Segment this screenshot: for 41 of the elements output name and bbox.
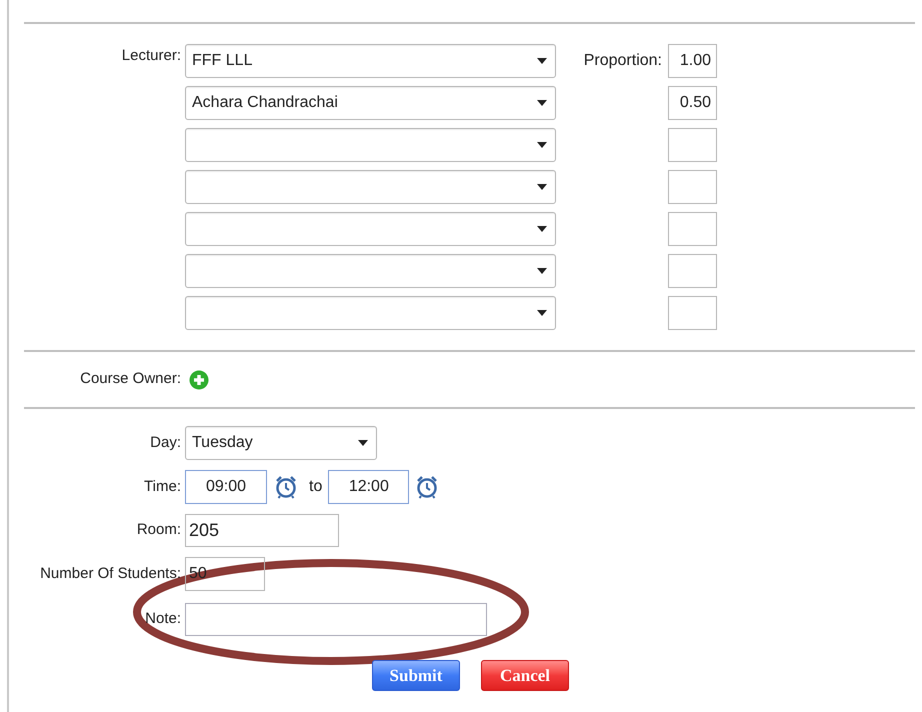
proportion-field[interactable] — [668, 254, 717, 288]
dropdown-caret-icon — [537, 58, 547, 64]
students-label: Number Of Students: — [39, 564, 182, 584]
dropdown-caret-icon — [537, 226, 547, 232]
proportion-field[interactable] — [668, 128, 717, 162]
to-label: to — [309, 477, 322, 497]
note-label: Note: — [144, 609, 182, 630]
proportion-field[interactable]: 1.00 — [668, 44, 717, 78]
dropdown-caret-icon — [358, 440, 368, 446]
dropdown-select[interactable]: FFF LLL — [185, 44, 556, 78]
proportion-field[interactable] — [668, 296, 717, 330]
alarm-clock-icon[interactable] — [415, 475, 440, 499]
dropdown-select[interactable]: Achara Chandrachai — [185, 86, 556, 120]
add-icon[interactable] — [189, 370, 209, 390]
end-time-field[interactable]: 12:00 — [328, 470, 410, 504]
dropdown-select[interactable] — [185, 212, 556, 246]
time-label: Time: — [143, 476, 182, 497]
dropdown-caret-icon — [537, 310, 547, 316]
dropdown-select[interactable] — [185, 170, 556, 204]
dropdown-caret-icon — [537, 142, 547, 148]
cancel-button[interactable]: Cancel — [481, 660, 569, 691]
alarm-clock-icon[interactable] — [274, 475, 298, 499]
proportion-field[interactable] — [668, 212, 717, 246]
room-field[interactable]: 205 — [185, 514, 339, 547]
start-time-field[interactable]: 09:00 — [185, 470, 267, 504]
proportion-field[interactable] — [668, 170, 717, 204]
course-owner-label: Course Owner: — [79, 369, 182, 390]
submit-button[interactable]: Submit — [372, 660, 460, 691]
note-field[interactable] — [185, 603, 487, 636]
day-label: Day: — [149, 432, 182, 453]
proportion-label: Proportion: — [584, 52, 662, 69]
dropdown-caret-icon — [537, 100, 547, 106]
room-label: Room: — [136, 520, 182, 540]
lecturer-label: Lecturer: — [122, 47, 181, 64]
dropdown-select[interactable] — [185, 128, 556, 162]
dropdown-select[interactable]: Tuesday — [185, 426, 377, 460]
proportion-field[interactable]: 0.50 — [668, 86, 717, 120]
dropdown-caret-icon — [537, 184, 547, 190]
dropdown-caret-icon — [537, 268, 547, 274]
dropdown-select[interactable] — [185, 296, 556, 330]
dropdown-select[interactable] — [185, 254, 556, 288]
